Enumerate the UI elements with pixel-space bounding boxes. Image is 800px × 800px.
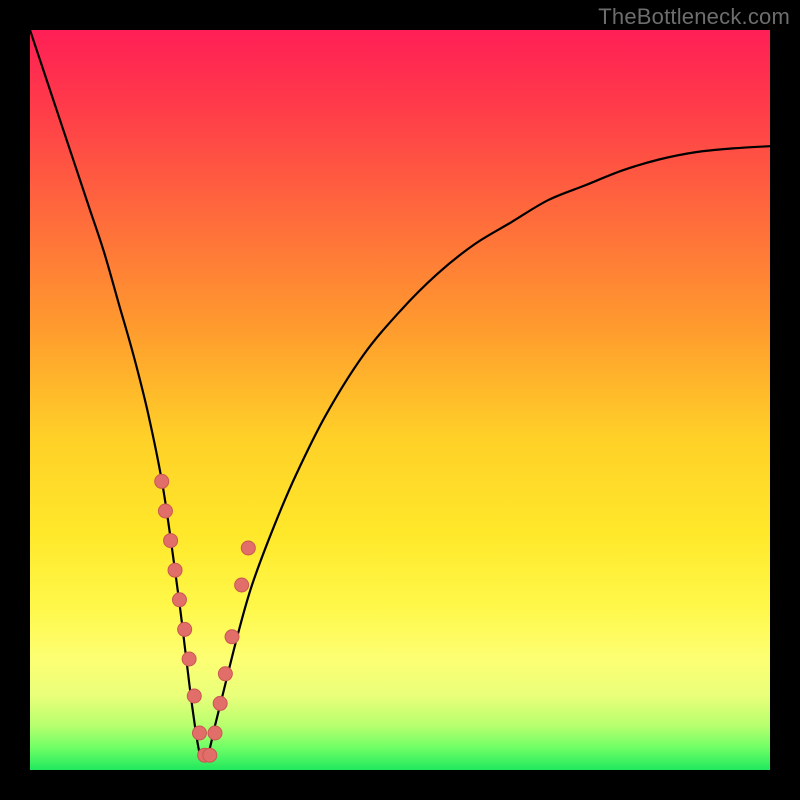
sample-marker [225,630,239,644]
sample-markers [155,474,256,762]
sample-marker [182,652,196,666]
sample-marker [203,748,217,762]
bottleneck-curve [30,30,770,760]
sample-marker [213,696,227,710]
sample-marker [241,541,255,555]
curve-layer [30,30,770,770]
sample-marker [168,563,182,577]
sample-marker [158,504,172,518]
chart-frame: TheBottleneck.com [0,0,800,800]
plot-area [30,30,770,770]
sample-marker [235,578,249,592]
sample-marker [178,622,192,636]
sample-marker [208,726,222,740]
sample-marker [164,534,178,548]
watermark-text: TheBottleneck.com [598,4,790,30]
sample-marker [172,593,186,607]
sample-marker [192,726,206,740]
sample-marker [218,667,232,681]
sample-marker [187,689,201,703]
sample-marker [155,474,169,488]
